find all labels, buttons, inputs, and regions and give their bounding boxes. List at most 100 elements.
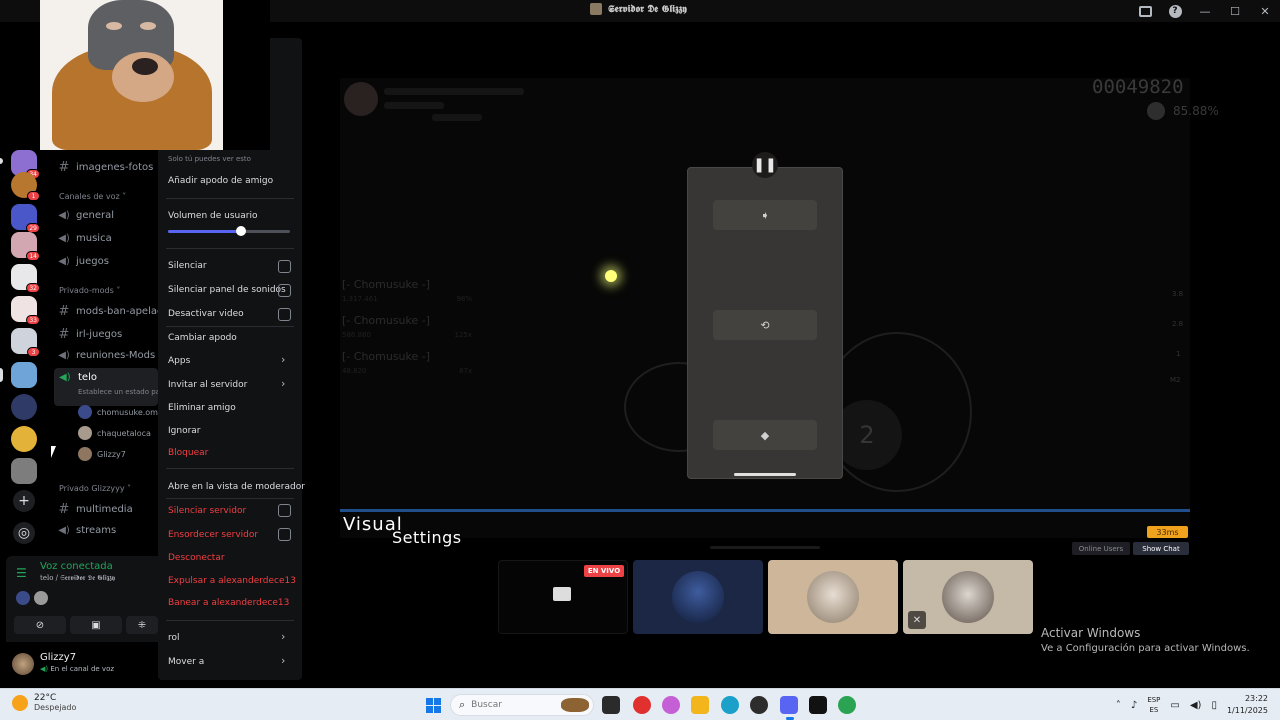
server-deafen-item[interactable]: Ensordecer servidor — [168, 530, 258, 540]
stream-stage[interactable]: 00049820 85.88% [- Chomusuke -] 1.317.46… — [302, 22, 1280, 688]
change-nickname-item[interactable]: Cambiar apodo — [168, 333, 237, 343]
invite-to-server-item[interactable]: Invitar al servidor — [168, 380, 247, 390]
screen-share-button[interactable]: ▣ — [70, 616, 122, 634]
clock[interactable]: 23:22 1/11/2025 — [1227, 693, 1268, 717]
channel-label: multimedia — [76, 504, 133, 515]
channel-label: mods-ban-apelaci — [76, 306, 166, 317]
chevron-up-icon[interactable]: ˄ — [1116, 700, 1121, 711]
webcam-preview[interactable] — [40, 0, 223, 150]
server-icon[interactable]: 3 — [11, 328, 40, 357]
ignore-item[interactable]: Ignorar — [168, 426, 201, 436]
user-volume-slider[interactable] — [168, 226, 290, 236]
start-button[interactable] — [426, 698, 441, 713]
server-icon[interactable] — [11, 394, 37, 420]
terminal-icon[interactable] — [809, 696, 827, 714]
channel-mods-ban[interactable]: # mods-ban-apelaci — [58, 304, 166, 319]
avatar — [34, 591, 48, 605]
online-users-button[interactable]: Online Users — [1072, 542, 1130, 555]
kick-item[interactable]: Expulsar a alexanderdece13 — [168, 576, 296, 586]
channel-streams[interactable]: ◀) streams — [58, 525, 116, 536]
file-explorer-icon[interactable] — [691, 696, 709, 714]
sun-icon — [12, 695, 28, 711]
category-mods[interactable]: Privado-mods ˅ — [59, 286, 120, 295]
server-icon[interactable] — [11, 458, 37, 484]
maximize-button[interactable]: ☐ — [1220, 0, 1250, 22]
battery-icon[interactable]: ▯ — [1211, 700, 1217, 711]
server-icon[interactable]: 29 — [11, 204, 40, 233]
participant-tile[interactable]: ✕ — [903, 560, 1033, 634]
voice-location[interactable]: telo / 𝕾𝖊𝖗𝖛𝖎𝖉𝖔𝖗 𝕯𝖊 𝕲𝖑𝖎𝖟𝖟𝖞 — [40, 574, 115, 583]
minimize-button[interactable]: — — [1190, 0, 1220, 22]
server-icon[interactable] — [11, 426, 37, 452]
voice-user[interactable]: chomusuke.om — [78, 405, 158, 419]
mute-soundboard-checkbox[interactable] — [278, 284, 291, 297]
server-icon[interactable]: 33 — [11, 296, 40, 325]
channel-multimedia[interactable]: # multimedia — [58, 502, 133, 517]
role-item[interactable]: rol — [168, 633, 180, 643]
voice-status-title[interactable]: Voz conectada — [40, 561, 113, 572]
server-icon[interactable]: 14 — [11, 232, 40, 261]
server-mute-item[interactable]: Silenciar servidor — [168, 506, 246, 516]
participant-tile[interactable] — [633, 560, 763, 634]
category-glizzy[interactable]: Privado Glizzyyy ˅ — [59, 484, 131, 493]
server-icon[interactable]: 32 — [11, 264, 40, 293]
app-dark-icon[interactable] — [750, 696, 768, 714]
server-icon-selected[interactable] — [11, 362, 37, 388]
disable-video-item[interactable]: Desactivar video — [168, 309, 244, 319]
add-friend-nickname-item[interactable]: Añadir apodo de amigo — [168, 176, 273, 186]
task-view-icon[interactable] — [602, 696, 620, 714]
weather-widget[interactable]: 22°C Despejado — [12, 693, 76, 712]
inbox-button[interactable] — [1130, 0, 1160, 22]
close-button[interactable]: ✕ — [1250, 0, 1280, 22]
channel-imagenes-fotos[interactable]: # imagenes-fotos — [58, 160, 154, 175]
block-item[interactable]: Bloquear — [168, 448, 208, 458]
microphone-icon[interactable]: ♪ — [1131, 700, 1137, 711]
ban-item[interactable]: Banear a alexanderdece13 — [168, 598, 289, 608]
language-indicator[interactable]: ESP ES — [1147, 695, 1160, 715]
volume-icon[interactable]: ◀) — [1190, 700, 1202, 711]
search-input[interactable] — [471, 700, 542, 710]
channel-reuniones-mods[interactable]: ◀) reuniones-Mods — [58, 350, 155, 361]
user-panel[interactable]: Glizzy7 ◀) En el canal de voz — [6, 646, 158, 682]
apps-item[interactable]: Apps — [168, 356, 190, 366]
channel-irl-juegos[interactable]: # irl-juegos — [58, 327, 123, 342]
move-to-item[interactable]: Mover a — [168, 657, 204, 667]
voice-user[interactable]: chaquetaloca — [78, 426, 151, 440]
game-accuracy: 85.88% — [1147, 102, 1219, 120]
help-button[interactable]: ? — [1160, 0, 1190, 22]
camera-off-button[interactable]: ⊘ — [14, 616, 66, 634]
channel-juegos[interactable]: ◀) juegos — [58, 256, 109, 267]
disconnect-item[interactable]: Desconectar — [168, 553, 225, 563]
moderator-view-item[interactable]: Abre en la vista de moderador — [168, 482, 305, 492]
mute-checkbox[interactable] — [278, 260, 291, 273]
display-icon[interactable]: ▭ — [1170, 700, 1179, 711]
participant-tile[interactable] — [768, 560, 898, 634]
copilot-icon[interactable] — [662, 696, 680, 714]
slider-handle[interactable] — [236, 226, 247, 236]
remove-friend-item[interactable]: Eliminar amigo — [168, 403, 236, 413]
app-red-icon[interactable] — [633, 696, 651, 714]
mouse-cursor — [51, 446, 56, 458]
channel-musica[interactable]: ◀) musica — [58, 233, 112, 244]
mute-item[interactable]: Silenciar — [168, 261, 207, 271]
discover-icon[interactable]: ◎ — [13, 522, 35, 544]
disable-video-checkbox[interactable] — [278, 308, 291, 321]
taskbar-search[interactable]: ⌕ — [450, 694, 594, 716]
voice-user[interactable]: Glizzy7 — [78, 447, 126, 461]
key-arrow-icon: ➧ — [713, 200, 817, 230]
activities-button[interactable]: ⁜ — [126, 616, 158, 634]
leaderboard-acc: 98% — [456, 295, 472, 303]
discord-icon[interactable] — [780, 696, 798, 714]
channel-general[interactable]: ◀) general — [58, 210, 114, 221]
show-chat-button[interactable]: Show Chat — [1133, 542, 1189, 555]
server-icon[interactable]: 1 — [11, 172, 40, 201]
add-server-icon[interactable]: + — [13, 490, 35, 512]
channel-telo-active[interactable]: ◀) telo Establece un estado pa — [54, 368, 160, 406]
edge-icon[interactable] — [721, 696, 739, 714]
server-deafen-checkbox[interactable] — [278, 528, 291, 541]
chrome-icon[interactable] — [838, 696, 856, 714]
pause-icon[interactable]: ❚❚ — [752, 152, 778, 178]
server-mute-checkbox[interactable] — [278, 504, 291, 517]
category-voice[interactable]: Canales de voz ˅ — [59, 192, 126, 201]
mute-soundboard-item[interactable]: Silenciar panel de sonidos — [168, 285, 286, 295]
